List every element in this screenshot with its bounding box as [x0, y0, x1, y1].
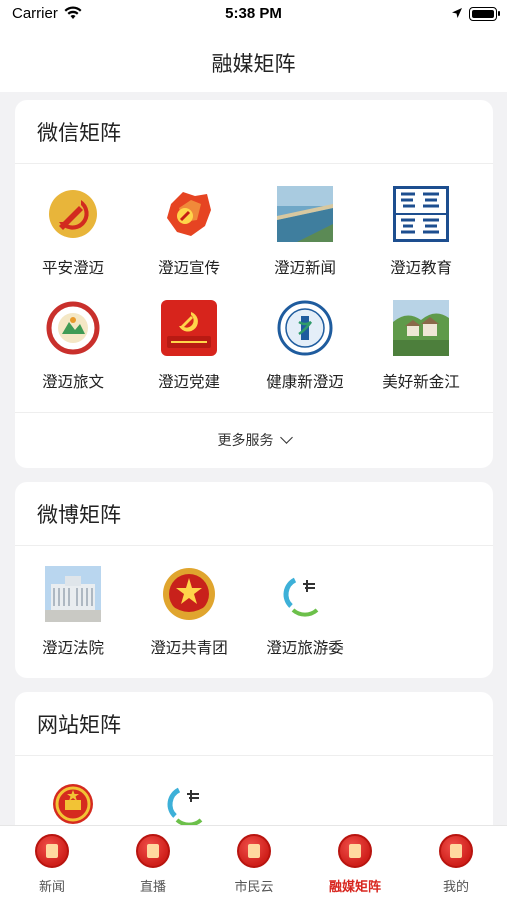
weibo-item-gongqingtuan[interactable]: 澄迈共青团: [131, 566, 247, 658]
wechat-item-pingan[interactable]: 平安澄迈: [15, 186, 131, 278]
court-building-icon: [45, 566, 101, 622]
location-arrow-icon: [452, 8, 462, 18]
profile-icon: [439, 834, 473, 868]
party-map-icon: [161, 186, 217, 242]
wechat-matrix-card: 微信矩阵 平安澄迈 澄迈宣传 澄迈新闻 澄迈教育 澄迈旅文 澄迈党建 健康新澄迈…: [15, 100, 493, 468]
media-matrix-icon: [338, 834, 372, 868]
wechat-item-label: 澄迈宣传: [157, 259, 220, 277]
party-emblem-icon: [45, 186, 101, 242]
health-seal-icon: [277, 300, 333, 356]
weibo-item-fayuan[interactable]: 澄迈法院: [15, 566, 131, 658]
weibo-item-lvyouwei[interactable]: 澄迈旅游委: [247, 566, 363, 658]
nav-bar: 融媒矩阵: [0, 28, 507, 92]
tab-label: 直播: [139, 880, 166, 895]
tab-news[interactable]: 新闻: [2, 834, 102, 895]
tourism-seal-icon: [45, 300, 101, 356]
clock: 5:38 PM: [225, 5, 282, 22]
tab-label: 新闻: [38, 880, 65, 895]
party-building-icon: [161, 300, 217, 356]
tab-label: 市民云: [234, 880, 274, 895]
page-title: 融媒矩阵: [211, 52, 296, 76]
website-item-tourism[interactable]: [131, 776, 247, 825]
news-icon: [35, 834, 69, 868]
education-calligraphy-icon: [393, 186, 449, 242]
weibo-matrix-card: 微博矩阵 澄迈法院 澄迈共青团 澄迈旅游委: [15, 482, 493, 678]
citizen-cloud-icon: [237, 834, 271, 868]
content-scroll[interactable]: 微信矩阵 平安澄迈 澄迈宣传 澄迈新闻 澄迈教育 澄迈旅文 澄迈党建 健康新澄迈…: [0, 92, 507, 825]
national-emblem-icon: [45, 776, 101, 825]
village-photo-icon: [393, 300, 449, 356]
wechat-item-dangjian[interactable]: 澄迈党建: [131, 300, 247, 392]
website-matrix-card: 网站矩阵: [15, 692, 493, 825]
status-bar: Carrier 5:38 PM: [0, 0, 507, 28]
tab-live[interactable]: 直播: [103, 834, 203, 895]
wechat-item-label: 澄迈党建: [157, 373, 220, 391]
more-services-button[interactable]: 更多服务: [15, 412, 493, 468]
youth-league-icon: [161, 566, 217, 622]
weibo-item-label: 澄迈法院: [41, 639, 104, 657]
wechat-item-label: 澄迈教育: [389, 259, 452, 277]
wechat-item-jiaoyu[interactable]: 澄迈教育: [363, 186, 479, 278]
website-matrix-title: 网站矩阵: [15, 692, 493, 756]
wechat-item-xuanchuan[interactable]: 澄迈宣传: [131, 186, 247, 278]
tourism-logo-icon: [277, 566, 333, 622]
wechat-item-jiankang[interactable]: 健康新澄迈: [247, 300, 363, 392]
more-services-label: 更多服务: [217, 433, 274, 449]
wechat-item-label: 健康新澄迈: [266, 373, 344, 391]
wechat-item-label: 美好新金江: [382, 373, 460, 391]
wechat-item-label: 澄迈新闻: [273, 259, 336, 277]
tab-citizen-cloud[interactable]: 市民云: [204, 834, 304, 895]
wechat-item-lvwen[interactable]: 澄迈旅文: [15, 300, 131, 392]
wechat-item-jinjiang[interactable]: 美好新金江: [363, 300, 479, 392]
coast-photo-icon: [277, 186, 333, 242]
chevron-down-icon: [279, 431, 293, 444]
weibo-item-label: 澄迈旅游委: [266, 639, 344, 657]
wechat-matrix-title: 微信矩阵: [15, 100, 493, 164]
website-item-government[interactable]: [15, 776, 131, 825]
wechat-item-label: 平安澄迈: [41, 259, 104, 277]
tab-label: 我的: [442, 880, 469, 895]
tab-bar: 新闻 直播 市民云 融媒矩阵 我的: [0, 825, 507, 900]
tab-media-matrix[interactable]: 融媒矩阵: [305, 834, 405, 895]
tab-profile[interactable]: 我的: [406, 834, 506, 895]
weibo-item-label: 澄迈共青团: [150, 639, 228, 657]
tourism-logo-icon: [161, 776, 217, 825]
battery-icon: [469, 7, 500, 21]
tab-label: 融媒矩阵: [328, 880, 381, 895]
wechat-item-xinwen[interactable]: 澄迈新闻: [247, 186, 363, 278]
weibo-matrix-title: 微博矩阵: [15, 482, 493, 546]
wechat-item-label: 澄迈旅文: [41, 373, 104, 391]
live-icon: [136, 834, 170, 868]
